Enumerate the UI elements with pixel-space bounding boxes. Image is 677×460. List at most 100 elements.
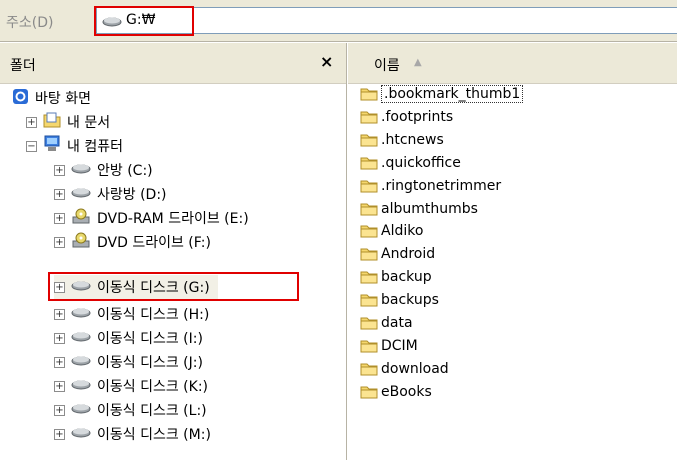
- address-highlight-box: [94, 6, 194, 36]
- tree-item-label: 사랑방 (D:): [97, 187, 167, 203]
- file-list-item[interactable]: .ringtonetrimmer: [360, 175, 501, 197]
- file-name: .footprints: [381, 108, 454, 125]
- folder-icon: [360, 385, 378, 399]
- address-bar: 주소(D) G:₩: [0, 0, 677, 42]
- expand-icon[interactable]: +: [54, 428, 65, 440]
- file-list-item[interactable]: .bookmark_thumb1: [360, 83, 524, 105]
- drive-icon: [71, 186, 91, 202]
- tree-item-drive-m[interactable]: + 이동식 디스크 (M:): [54, 422, 211, 446]
- file-list-item[interactable]: Android: [360, 243, 435, 265]
- file-list-item[interactable]: .footprints: [360, 106, 453, 128]
- file-list-item[interactable]: download: [360, 358, 449, 380]
- file-list-item[interactable]: data: [360, 312, 413, 334]
- file-name: eBooks: [381, 383, 432, 400]
- file-list-item[interactable]: eBooks: [360, 381, 432, 403]
- column-header-name[interactable]: 이름: [374, 55, 400, 75]
- tree-item-my-documents[interactable]: + 내 문서: [26, 110, 110, 134]
- expand-icon[interactable]: +: [54, 164, 65, 176]
- tree-item-drive-c[interactable]: + 안방 (C:): [54, 158, 153, 182]
- file-name: albumthumbs: [381, 200, 478, 217]
- folder-icon: [360, 293, 378, 307]
- folder-icon: [360, 247, 378, 261]
- folder-icon: [360, 316, 378, 330]
- folder-icon: [360, 362, 378, 376]
- tree-item-my-computer[interactable]: − 내 컴퓨터: [26, 134, 123, 158]
- tree-item-label: 이동식 디스크 (J:): [97, 355, 203, 371]
- file-name: backup: [381, 269, 432, 286]
- collapse-icon[interactable]: −: [26, 140, 37, 152]
- dvd-drive-icon: [71, 232, 91, 252]
- folders-title: 폴더: [10, 58, 36, 74]
- sort-ascending-icon: ▲: [414, 57, 422, 68]
- file-name: Aldiko: [381, 223, 424, 240]
- my-computer-icon: [43, 135, 61, 157]
- my-documents-icon: [43, 112, 61, 132]
- tree-item-label: 내 컴퓨터: [67, 139, 123, 155]
- file-list-item[interactable]: .htcnews: [360, 129, 444, 151]
- tree-item-label: 바탕 화면: [35, 91, 91, 107]
- tree-item-label: 이동식 디스크 (M:): [97, 427, 211, 443]
- expand-icon[interactable]: +: [26, 116, 37, 128]
- tree-item-label: 이동식 디스크 (K:): [97, 379, 209, 395]
- address-label: 주소(D): [6, 15, 54, 31]
- tree-item-drive-j[interactable]: + 이동식 디스크 (J:): [54, 350, 203, 374]
- file-list-header: 이름 ▲: [348, 43, 677, 84]
- expand-icon[interactable]: +: [54, 308, 65, 320]
- removable-disk-icon: [71, 306, 91, 322]
- file-list-item[interactable]: backups: [360, 289, 439, 311]
- file-name: backups: [381, 292, 439, 309]
- removable-disk-icon: [71, 378, 91, 394]
- tree-item-drive-k[interactable]: + 이동식 디스크 (K:): [54, 374, 208, 398]
- tree-item-desktop[interactable]: 바탕 화면: [12, 86, 91, 110]
- tree-item-drive-e[interactable]: + DVD-RAM 드라이브 (E:): [54, 206, 249, 230]
- tree-item-label: DVD 드라이브 (F:): [97, 235, 211, 251]
- expand-icon[interactable]: +: [54, 380, 65, 392]
- tree-item-drive-h[interactable]: + 이동식 디스크 (H:): [54, 302, 209, 326]
- tree-item-label: 이동식 디스크 (L:): [97, 403, 207, 419]
- folder-icon: [360, 110, 378, 124]
- expand-icon[interactable]: +: [54, 404, 65, 416]
- file-name: data: [381, 315, 413, 331]
- file-list-item[interactable]: Aldiko: [360, 220, 423, 242]
- folder-icon: [360, 224, 378, 238]
- folders-pane: 폴더 × 바탕 화면 + 내 문서 − 내 컴퓨터 + 안방 (C:) + 사랑…: [0, 43, 347, 460]
- removable-disk-icon: [71, 402, 91, 418]
- file-name: .ringtonetrimmer: [381, 177, 502, 194]
- file-name: Android: [381, 246, 436, 263]
- tree-item-drive-d[interactable]: + 사랑방 (D:): [54, 182, 167, 206]
- tree-item-label: 내 문서: [67, 115, 111, 131]
- desktop-icon: [12, 88, 29, 109]
- tree-item-drive-i[interactable]: + 이동식 디스크 (I:): [54, 326, 203, 350]
- selected-drive-highlight-box: [48, 272, 299, 301]
- file-name: .quickoffice: [381, 154, 461, 171]
- file-name: .htcnews: [381, 131, 444, 148]
- file-list-item[interactable]: DCIM: [360, 335, 418, 357]
- tree-item-label: DVD-RAM 드라이브 (E:): [97, 211, 249, 227]
- removable-disk-icon: [71, 426, 91, 442]
- folder-icon: [360, 133, 378, 147]
- close-icon[interactable]: ×: [320, 52, 333, 71]
- expand-icon[interactable]: +: [54, 188, 65, 200]
- folders-header: 폴더 ×: [0, 43, 346, 84]
- folder-icon: [360, 156, 378, 170]
- dvd-drive-icon: [71, 208, 91, 228]
- expand-icon[interactable]: +: [54, 236, 65, 248]
- tree-item-drive-l[interactable]: + 이동식 디스크 (L:): [54, 398, 207, 422]
- file-list-item[interactable]: albumthumbs: [360, 198, 478, 220]
- file-list-item[interactable]: .quickoffice: [360, 152, 461, 174]
- folder-icon: [360, 339, 378, 353]
- expand-icon[interactable]: +: [54, 356, 65, 368]
- file-list-item[interactable]: backup: [360, 266, 432, 288]
- tree-item-label: 이동식 디스크 (I:): [97, 331, 203, 347]
- expand-icon[interactable]: +: [54, 332, 65, 344]
- expand-icon[interactable]: +: [54, 212, 65, 224]
- tree-item-drive-f[interactable]: + DVD 드라이브 (F:): [54, 230, 211, 254]
- file-list-pane: 이름 ▲ .bookmark_thumb1 .footprints .htcnews…: [348, 43, 677, 460]
- folder-icon: [360, 87, 378, 101]
- file-name: DCIM: [381, 337, 418, 354]
- tree-item-label: 이동식 디스크 (H:): [97, 307, 210, 323]
- tree-item-label: 안방 (C:): [97, 163, 153, 179]
- folder-icon: [360, 202, 378, 216]
- file-name: download: [381, 360, 449, 377]
- folder-icon: [360, 270, 378, 284]
